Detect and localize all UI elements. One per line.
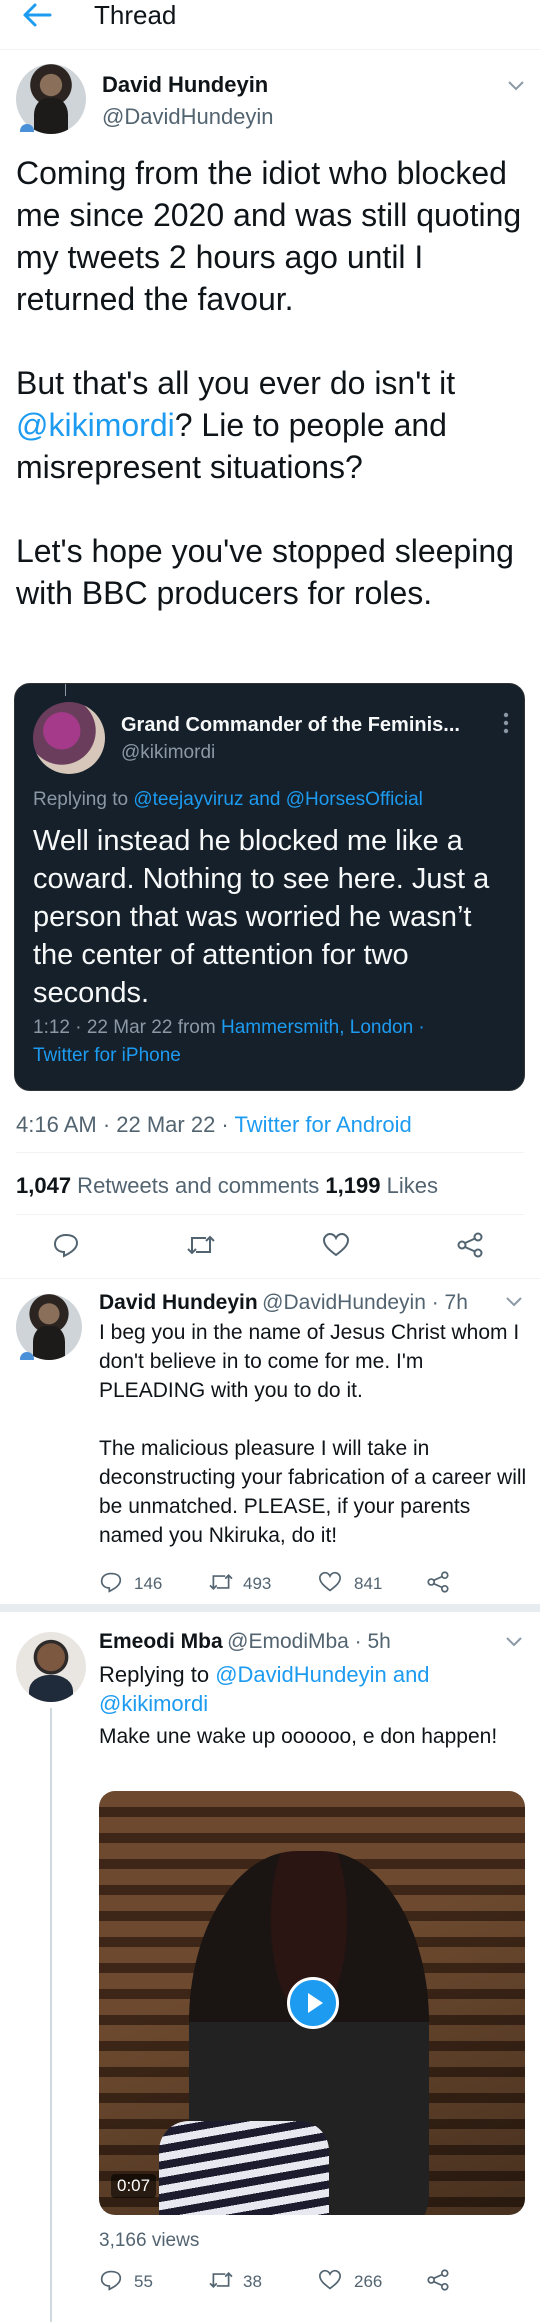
tweet-text: Coming from the idiot who blocked me sin… <box>16 152 526 656</box>
section-divider <box>0 1604 540 1612</box>
retweets-label[interactable]: Retweets and comments <box>71 1173 325 1198</box>
like-icon[interactable] <box>318 1571 342 1593</box>
quoted-author-handle: @kikimordi <box>121 742 216 763</box>
replying-prefix: Replying to <box>33 789 134 810</box>
video-thumbnail-detail <box>159 2121 329 2215</box>
reply-author-name[interactable]: Emeodi Mba <box>99 1630 223 1653</box>
chevron-down-icon[interactable] <box>504 1634 524 1648</box>
avatar[interactable] <box>16 1294 82 1360</box>
likes-count[interactable]: 1,199 <box>325 1173 380 1198</box>
quote-thread-line <box>65 684 66 696</box>
timestamp: 4:16 AM · 22 Mar 22 · <box>16 1112 235 1137</box>
like-icon[interactable] <box>318 2269 342 2291</box>
page-title: Thread <box>94 0 177 30</box>
quoted-source[interactable]: Twitter for iPhone <box>33 1045 181 1067</box>
like-icon[interactable] <box>322 1232 350 1258</box>
like-count: 841 <box>354 1574 383 1593</box>
mention-link[interactable]: @kikimordi <box>16 407 175 443</box>
reply-paragraph: The malicious pleasure I will take in de… <box>99 1437 527 1547</box>
chevron-down-icon[interactable] <box>504 1294 524 1308</box>
quoted-time: 1:12 · 22 Mar 22 from <box>33 1017 221 1038</box>
share-icon[interactable] <box>456 1232 484 1258</box>
tweet-paragraph: But that's all you ever do isn't it @kik… <box>16 362 526 488</box>
replying-to: Replying to @teejayviruz and @HorsesOffi… <box>33 789 423 811</box>
reply-icon[interactable] <box>99 2269 123 2291</box>
like-count: 266 <box>354 2272 383 2291</box>
retweet-count: 493 <box>243 1574 272 1593</box>
share-icon[interactable] <box>426 1571 450 1593</box>
reply-header: David Hundeyin @DavidHundeyin · 7h <box>99 1291 468 1315</box>
likes-label[interactable]: Likes <box>380 1173 438 1198</box>
reply-icon[interactable] <box>99 1571 123 1593</box>
divider <box>16 1152 524 1153</box>
replying-to-links[interactable]: @teejayviruz and @HorsesOfficial <box>133 789 423 810</box>
divider <box>0 1278 540 1279</box>
quoted-author-name: Grand Commander of the Feminis... <box>121 714 460 736</box>
more-options-icon[interactable] <box>503 712 509 734</box>
tweet-stats: 1,047 Retweets and comments 1,199 Likes <box>16 1173 438 1199</box>
divider <box>16 1214 524 1215</box>
share-icon[interactable] <box>426 2269 450 2291</box>
quoted-location[interactable]: Hammersmith, London · <box>221 1017 425 1038</box>
retweet-count: 38 <box>243 2272 262 2291</box>
retweet-icon[interactable] <box>208 1571 234 1593</box>
replying-prefix: Replying to <box>99 1662 216 1687</box>
reply-text: I beg you in the name of Jesus Christ wh… <box>99 1318 529 1550</box>
top-bar: Thread <box>0 0 540 50</box>
quoted-tweet-meta: 1:12 · 22 Mar 22 from Hammersmith, Londo… <box>33 1017 425 1039</box>
quoted-tweet-text: Well instead he blocked me like a coward… <box>33 825 490 1009</box>
video-views: 3,166 views <box>99 2230 200 2251</box>
reply-header: Emeodi Mba @EmodiMba · 5h <box>99 1630 391 1654</box>
tweet-timestamp: 4:16 AM · 22 Mar 22 · Twitter for Androi… <box>16 1112 412 1138</box>
play-icon[interactable] <box>287 1977 339 2029</box>
avatar[interactable] <box>16 1632 86 1702</box>
retweets-count[interactable]: 1,047 <box>16 1173 71 1198</box>
author-name[interactable]: David Hundeyin <box>102 72 268 98</box>
author-handle[interactable]: @DavidHundeyin <box>102 104 274 130</box>
replying-to: Replying to @DavidHundeyin and @kikimord… <box>99 1660 519 1718</box>
reply-paragraph: I beg you in the name of Jesus Christ wh… <box>99 1321 520 1402</box>
reply-count: 55 <box>134 2272 153 2291</box>
avatar[interactable] <box>33 702 105 774</box>
retweet-icon[interactable] <box>208 2269 234 2291</box>
retweet-icon[interactable] <box>186 1232 216 1258</box>
reply-author-handle[interactable]: @EmodiMba · 5h <box>227 1630 391 1653</box>
tweet-text-segment: But that's all you ever do isn't it <box>16 365 456 401</box>
reply-count: 146 <box>134 1574 163 1593</box>
tweet-paragraph: Coming from the idiot who blocked me sin… <box>16 155 522 317</box>
avatar-badge <box>20 1352 34 1360</box>
chevron-down-icon[interactable] <box>506 78 526 92</box>
reply-author-name[interactable]: David Hundeyin <box>99 1291 258 1314</box>
thread-line <box>50 1708 52 2322</box>
reply-author-handle[interactable]: @DavidHundeyin · 7h <box>262 1291 468 1314</box>
reply-text: Make une wake up oooooo, e don happen! <box>99 1725 498 1748</box>
video-duration: 0:07 <box>111 2174 157 2198</box>
quoted-tweet-card[interactable]: Grand Commander of the Feminis... @kikim… <box>14 683 525 1091</box>
avatar-badge <box>20 124 34 132</box>
video-player[interactable]: 0:07 <box>99 1791 525 2215</box>
tweet-paragraph: Let's hope you've stopped sleeping with … <box>16 533 514 611</box>
arrow-left-icon[interactable] <box>22 2 52 28</box>
source-link[interactable]: Twitter for Android <box>234 1112 411 1137</box>
reply-icon[interactable] <box>52 1232 80 1258</box>
